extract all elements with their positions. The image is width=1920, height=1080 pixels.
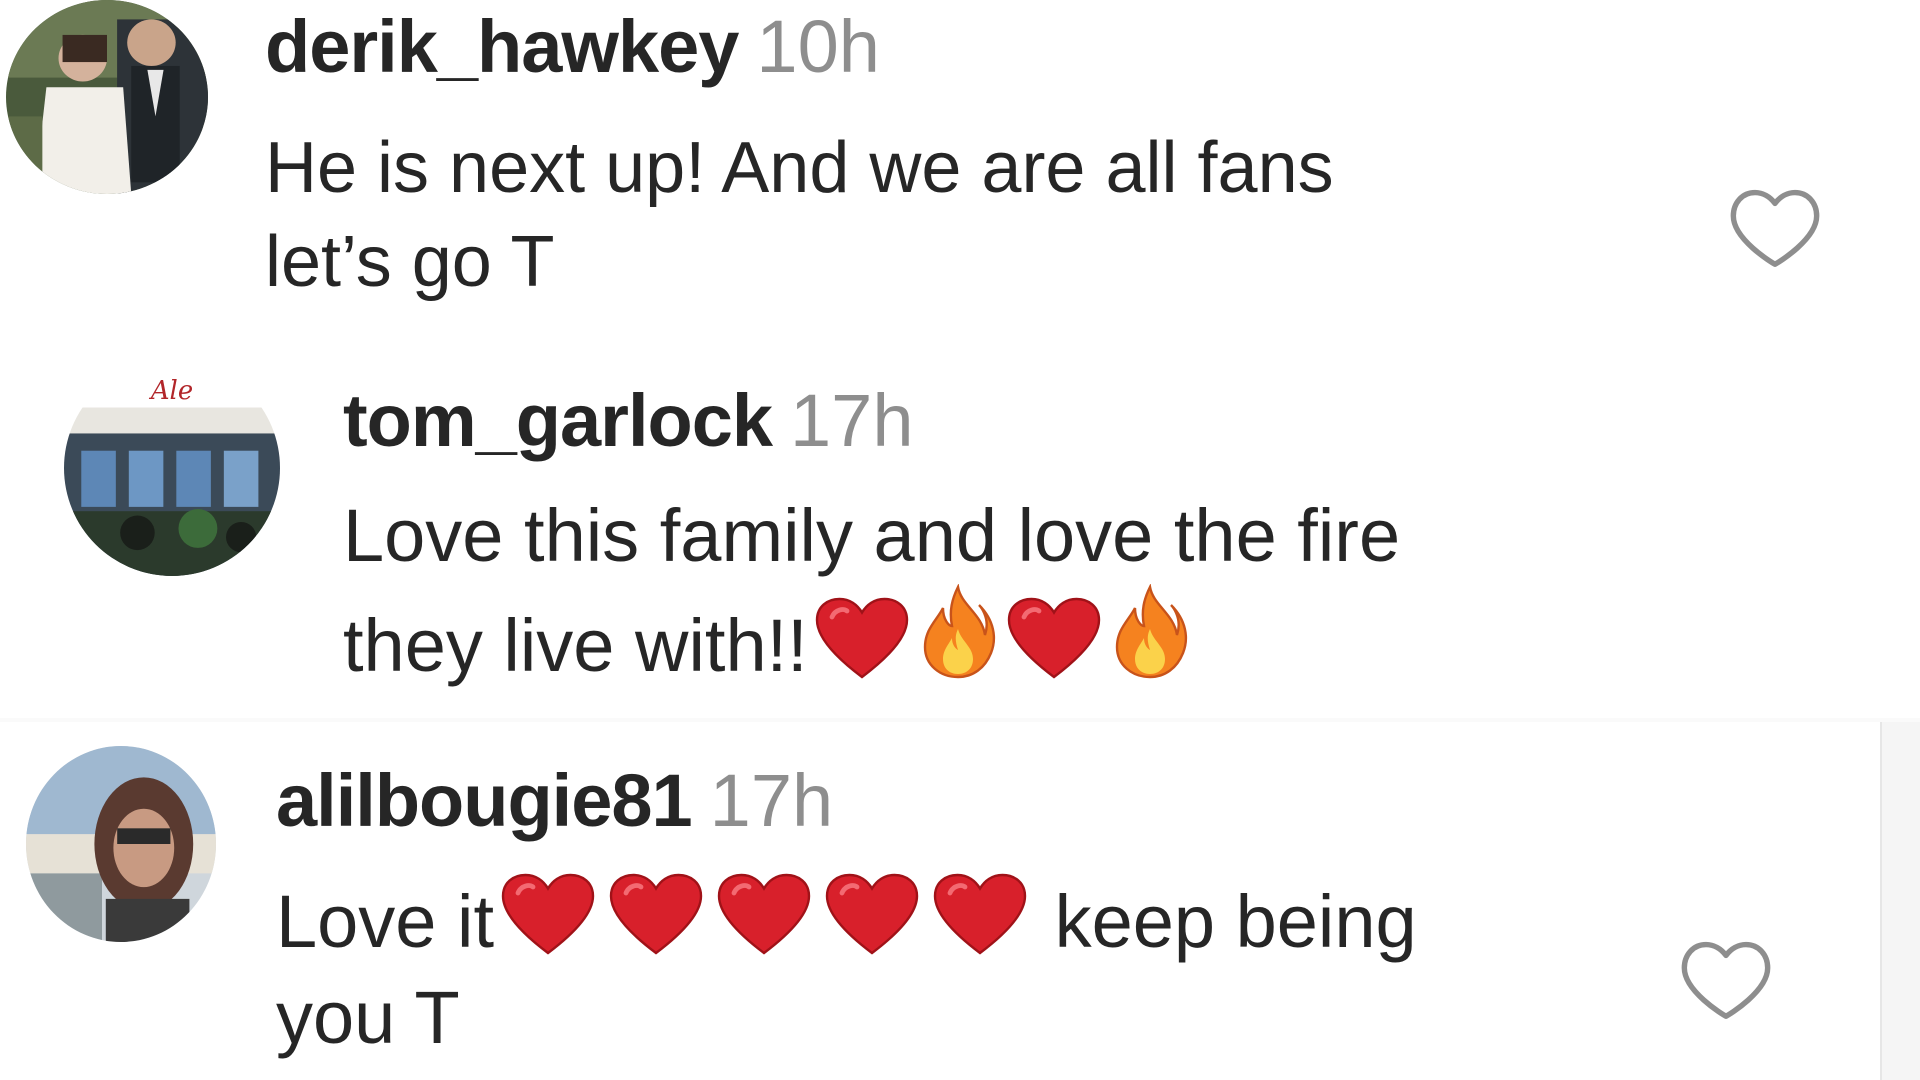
red-heart-emoji <box>818 872 926 956</box>
comment-text-line-with-emoji: Love it keep being <box>276 872 1676 970</box>
comment-item: Ale tom_garlock 17h Love this family and … <box>0 360 1920 720</box>
svg-text:Ale: Ale <box>149 376 193 406</box>
comment-text-line-with-emoji: they live with!! <box>343 584 1843 694</box>
wedding-couple-avatar[interactable] <box>6 0 208 194</box>
scroll-edge <box>1880 722 1920 1080</box>
red-heart-emoji <box>1000 596 1108 680</box>
red-heart-emoji <box>808 596 916 680</box>
comment-text-line: you T <box>276 976 460 1060</box>
comment-username[interactable]: derik_hawkey <box>265 5 739 88</box>
comment-text: keep being <box>1034 880 1417 964</box>
red-heart-emoji <box>926 872 1034 956</box>
selfie-avatar[interactable] <box>26 746 216 942</box>
comment-text-line: He is next up! And we are all fans <box>265 128 1334 208</box>
comment-text: they live with!! <box>343 604 808 688</box>
red-heart-emoji <box>494 872 602 956</box>
heart-outline-icon[interactable] <box>1725 178 1825 278</box>
red-heart-emoji <box>710 872 818 956</box>
comment-timestamp: 10h <box>756 5 880 88</box>
red-heart-emoji <box>602 872 710 956</box>
comment-item: derik_hawkey 10h He is next up! And we ar… <box>0 0 1920 360</box>
comment-item: alilbougie81 17h Love it keep being you T <box>0 722 1880 1080</box>
comment-text-line: Love this family and love the fire <box>343 494 1401 577</box>
comment-text: Love it <box>276 880 495 964</box>
comment-username[interactable]: tom_garlock <box>343 379 773 462</box>
comments-panel: derik_hawkey 10h He is next up! And we ar… <box>0 0 1920 1080</box>
heart-outline-icon[interactable] <box>1676 930 1776 1030</box>
fire-emoji <box>916 584 1000 680</box>
comment-timestamp: 17h <box>709 759 834 842</box>
storefront-avatar[interactable]: Ale <box>64 360 280 576</box>
comment-text-line: let’s go T <box>265 221 555 302</box>
fire-emoji <box>1108 584 1192 680</box>
comment-timestamp: 17h <box>790 379 914 462</box>
comment-username[interactable]: alilbougie81 <box>276 759 693 842</box>
